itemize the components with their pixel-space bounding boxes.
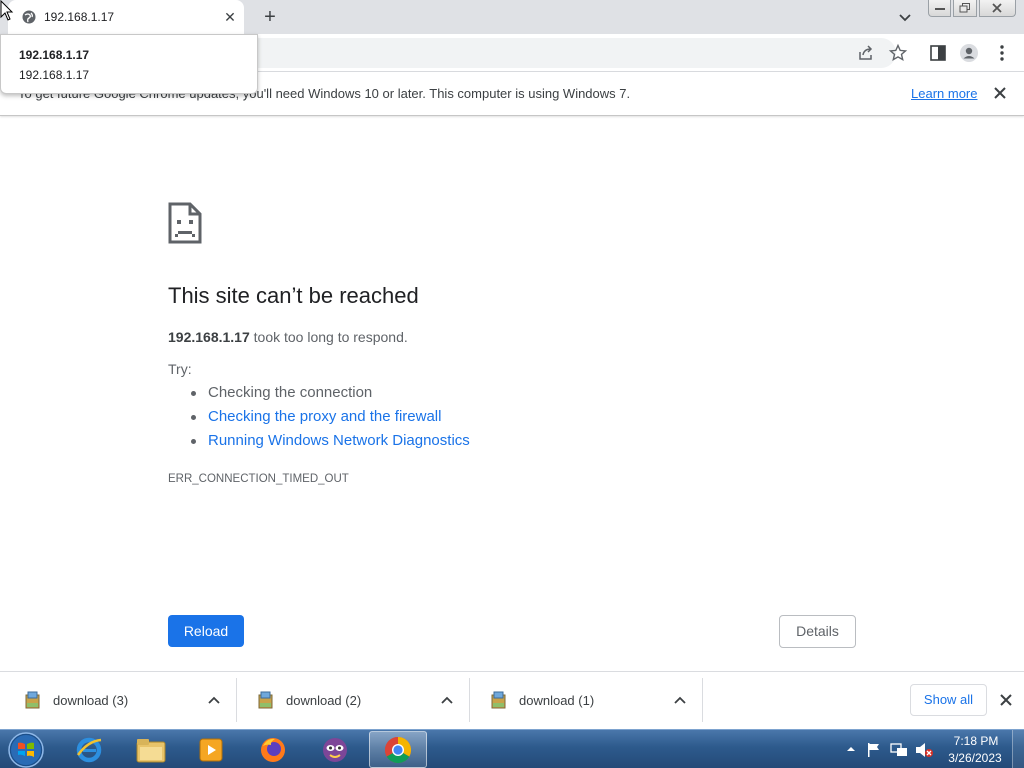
globe-icon [22, 10, 36, 24]
minimize-button[interactable] [928, 0, 952, 17]
restore-button[interactable] [953, 0, 977, 17]
taskbar-tor-browser[interactable] [306, 731, 364, 768]
reload-button[interactable]: Reload [168, 615, 244, 647]
infobar-close-icon[interactable] [990, 83, 1010, 103]
tab-title: 192.168.1.17 [44, 10, 115, 24]
close-window-button[interactable] [978, 0, 1016, 17]
chevron-up-icon[interactable] [673, 693, 687, 707]
download-filename: download (1) [519, 693, 595, 708]
chrome-icon [384, 736, 412, 763]
try-label: Try: [168, 361, 192, 377]
clock-date[interactable]: 3/26/2023 [944, 751, 1006, 765]
windows-start-orb-icon[interactable] [6, 731, 46, 768]
tab-search-chevron-icon[interactable] [896, 8, 914, 26]
tab-close-icon[interactable]: ✕ [222, 9, 238, 25]
mouse-cursor-icon [0, 0, 14, 21]
learn-more-link[interactable]: Learn more [911, 86, 977, 101]
show-hidden-icons-icon[interactable] [846, 744, 856, 754]
taskbar-firefox[interactable] [244, 731, 302, 768]
file-icon [491, 691, 506, 709]
taskbar-file-explorer[interactable] [122, 731, 180, 768]
taskbar-media-player[interactable] [182, 731, 240, 768]
profile-avatar-icon[interactable] [959, 43, 979, 63]
download-item[interactable]: download (1) [470, 678, 703, 722]
suggestion-title: 192.168.1.17 [19, 48, 90, 62]
download-item[interactable]: download (3) [4, 678, 237, 722]
suggestion-network-diagnostics-link[interactable]: Running Windows Network Diagnostics [190, 431, 470, 455]
share-icon[interactable] [856, 43, 876, 63]
network-icon[interactable] [890, 741, 908, 759]
internet-explorer-icon [76, 737, 102, 762]
download-item[interactable]: download (2) [237, 678, 470, 722]
suggestion-check-connection: Checking the connection [190, 383, 470, 407]
side-panel-icon[interactable] [928, 43, 948, 63]
download-filename: download (3) [53, 693, 129, 708]
tor-browser-icon [323, 737, 347, 762]
sad-page-icon [168, 202, 202, 244]
omnibox-suggestion-dropdown[interactable]: 192.168.1.17 192.168.1.17 [0, 34, 258, 94]
taskbar-chrome[interactable] [369, 731, 427, 768]
more-menu-icon[interactable] [992, 43, 1012, 63]
taskbar-internet-explorer[interactable] [60, 731, 118, 768]
media-player-icon [199, 738, 223, 761]
file-icon [25, 691, 40, 709]
clock-time[interactable]: 7:18 PM [948, 734, 1004, 748]
details-button[interactable]: Details [779, 615, 856, 648]
firefox-icon [261, 737, 285, 762]
chevron-up-icon[interactable] [207, 693, 221, 707]
downloads-shelf: download (3) download (2) download (1) S… [0, 671, 1024, 729]
tab-strip: 192.168.1.17 ✕ + [0, 0, 1024, 34]
error-heading: This site can’t be reached [168, 283, 419, 308]
troubleshooting-list: Checking the connection Checking the pro… [190, 383, 470, 455]
windows-taskbar: 7:18 PM 3/26/2023 [0, 729, 1024, 768]
system-tray [842, 730, 942, 768]
action-center-flag-icon[interactable] [866, 742, 882, 758]
bookmark-star-icon[interactable] [888, 43, 908, 63]
show-desktop-button[interactable] [1012, 730, 1024, 768]
chevron-up-icon[interactable] [440, 693, 454, 707]
error-description-text: took too long to respond. [249, 329, 408, 345]
file-explorer-icon [136, 738, 166, 762]
browser-tab[interactable]: 192.168.1.17 ✕ [8, 0, 244, 34]
file-icon [258, 691, 273, 709]
show-all-button[interactable]: Show all [910, 684, 987, 716]
volume-muted-icon[interactable] [914, 741, 934, 759]
close-shelf-icon[interactable] [997, 691, 1015, 709]
download-filename: download (2) [286, 693, 362, 708]
window-controls [928, 0, 1018, 18]
suggestion-url: 192.168.1.17 [19, 68, 90, 82]
suggestion-proxy-firewall-link[interactable]: Checking the proxy and the firewall [190, 407, 470, 431]
new-tab-plus-icon[interactable]: + [259, 6, 281, 28]
error-code: ERR_CONNECTION_TIMED_OUT [168, 473, 349, 485]
error-host: 192.168.1.17 [168, 329, 250, 345]
error-description: 192.168.1.17 took too long to respond. [168, 329, 408, 345]
